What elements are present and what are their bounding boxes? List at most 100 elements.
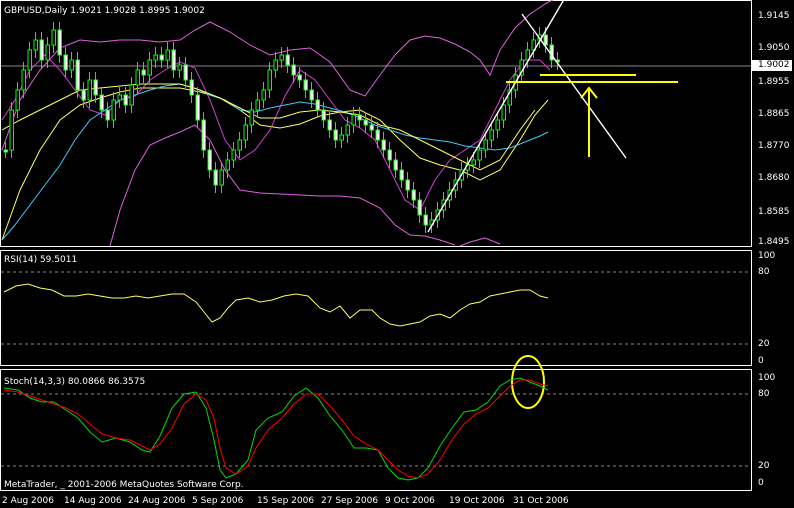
rsi-header: RSI(14) 59.5011 (4, 255, 78, 265)
candle-body (267, 69, 272, 91)
candle-body (57, 29, 62, 56)
candle-body (165, 49, 170, 61)
candle-body (327, 119, 332, 131)
candle-body (543, 34, 548, 46)
stoch-axis-label: 100 (758, 373, 776, 383)
candle-body (225, 159, 230, 171)
bollinger-bands (1, 0, 554, 247)
candle-body (3, 149, 8, 153)
candle-body (63, 54, 68, 71)
candle-body (39, 39, 44, 61)
candle-body (9, 109, 14, 151)
price-axis-label: 1.8865 (758, 109, 790, 119)
candle-body (243, 124, 248, 141)
candle-body (339, 134, 344, 141)
candle-body (261, 89, 266, 101)
candle-body (129, 84, 134, 106)
stoch-header: Stoch(14,3,3) 80.0866 86.3575 (4, 377, 146, 387)
candle-body (399, 169, 404, 181)
candle-body (207, 149, 212, 171)
price-axis-label: 1.8770 (758, 141, 790, 151)
candle-body (123, 94, 128, 106)
candle-body (495, 119, 500, 131)
date-label: 31 Oct 2006 (513, 496, 569, 506)
date-label: 2 Aug 2006 (2, 496, 54, 506)
candle-body (387, 149, 392, 161)
candle-body (309, 89, 314, 101)
rsi-axis-label: 100 (758, 251, 776, 261)
date-label: 27 Sep 2006 (321, 496, 379, 506)
candle-body (381, 139, 386, 151)
price-axis-label: 1.8585 (758, 207, 790, 217)
price-axis-label: 1.8680 (758, 173, 790, 183)
stoch-panel-frame (0, 369, 752, 491)
candle-body (117, 94, 122, 101)
price-axis-label: 1.9050 (758, 43, 790, 53)
candle-body (75, 59, 80, 91)
candle-body (231, 149, 236, 161)
candle-body (81, 89, 86, 101)
candle-body (45, 44, 50, 61)
candle-body (285, 54, 290, 66)
candle-body (423, 214, 428, 226)
candle-body (393, 159, 398, 171)
candle-body (111, 99, 116, 121)
candle-body (213, 169, 218, 186)
candle-body (249, 109, 254, 126)
stoch-axis-label: 20 (758, 461, 770, 471)
candle-body (33, 39, 38, 51)
candle-body (375, 129, 380, 141)
candle-body (51, 29, 56, 46)
candle-body (237, 139, 242, 151)
candle-body (357, 114, 362, 121)
rsi-panel-frame (0, 250, 752, 366)
current-price-tag: 1.9002 (752, 60, 792, 71)
main-chart-header: GBPUSD,Daily 1.9021 1.9028 1.8995 1.9002 (4, 6, 205, 16)
candle-body (183, 64, 188, 81)
candle-body (345, 124, 350, 136)
candle-body (201, 119, 206, 151)
candle-body (69, 59, 74, 71)
date-label: 15 Sep 2006 (257, 496, 315, 506)
candle-body (15, 89, 20, 111)
price-axis-label: 1.8495 (758, 237, 790, 247)
candle-body (21, 69, 26, 91)
candle-body (291, 64, 296, 76)
candle-body (489, 129, 494, 141)
stoch-signal-line (3, 379, 549, 479)
candle-body (477, 149, 482, 161)
candle-body (273, 59, 278, 71)
candle-body (411, 189, 416, 201)
date-label: 19 Oct 2006 (449, 496, 505, 506)
candle-body (471, 159, 476, 166)
candle-body (195, 94, 200, 121)
stoch-main-line (3, 377, 549, 481)
candle-body (315, 99, 320, 111)
copyright-footer: MetaTrader, _ 2001-2006 MetaQuotes Softw… (4, 480, 244, 490)
stoch-axis-label: 80 (758, 389, 770, 399)
candle-body (87, 79, 92, 101)
candle-body (321, 109, 326, 121)
candle-body (153, 54, 158, 61)
candle-body (483, 139, 488, 151)
rsi-axis-label: 80 (758, 267, 770, 277)
rsi-axis-label: 20 (758, 339, 770, 349)
metatrader-chart (0, 0, 752, 491)
candle-body (171, 49, 176, 71)
candle-body (351, 114, 356, 126)
date-label: 5 Sep 2006 (192, 496, 244, 506)
candle-body (177, 64, 182, 71)
candle-body (255, 99, 260, 111)
candle-body (189, 79, 194, 96)
date-label: 24 Aug 2006 (128, 496, 186, 506)
candle-body (219, 169, 224, 186)
candle-body (501, 104, 506, 121)
price-axis-label: 1.9145 (758, 11, 790, 21)
candle-body (105, 109, 110, 121)
candle-body (363, 119, 368, 126)
date-label: 9 Oct 2006 (385, 496, 435, 506)
candle-body (141, 69, 146, 76)
candle-body (99, 94, 104, 111)
candle-body (279, 54, 284, 61)
rsi-line (3, 283, 549, 327)
